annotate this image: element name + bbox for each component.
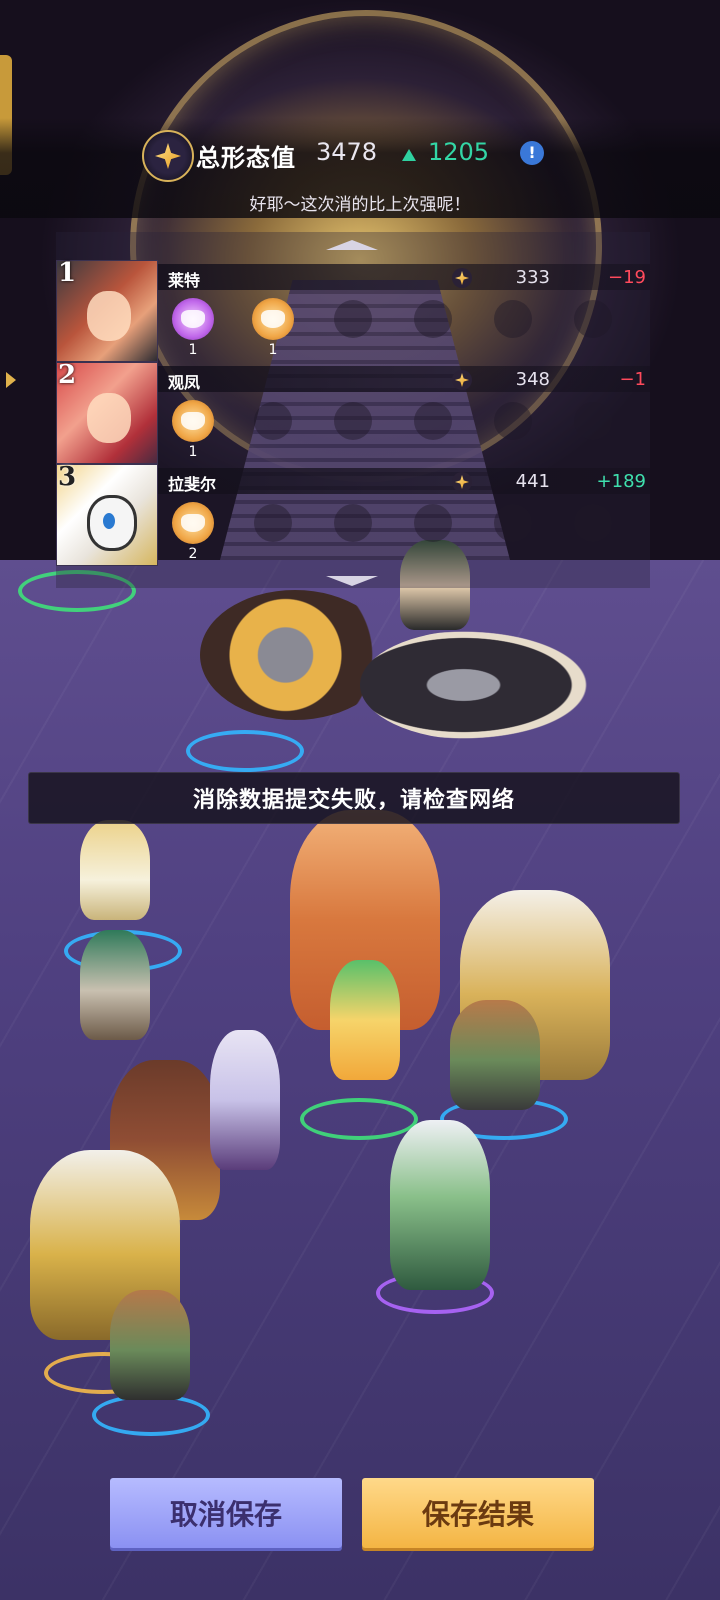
gold-star-icon [452, 268, 472, 288]
purple-mask-icon [172, 298, 214, 340]
empty-mask-slot [574, 300, 612, 338]
ranking-row[interactable]: 3 拉斐尔 441 +189 2 [56, 462, 650, 566]
empty-mask-slot [494, 504, 532, 542]
empty-mask-slot [334, 300, 372, 338]
mask-count: 1 [188, 342, 198, 358]
rank-number: 1 [58, 258, 77, 288]
archer-girl-sprite [80, 820, 150, 920]
empty-mask-slot [414, 504, 452, 542]
scroll-down-arrow-icon[interactable] [326, 576, 378, 586]
character-base-ring [92, 1394, 210, 1436]
empty-mask-slot [494, 402, 532, 440]
mask-count: 1 [188, 444, 198, 460]
form-delta: −19 [608, 267, 646, 288]
rank-number: 3 [58, 462, 77, 492]
character-base-ring [186, 730, 304, 772]
gold-mask-icon [172, 400, 214, 442]
gold-mask-icon [172, 502, 214, 544]
rank-number: 2 [58, 360, 77, 390]
save-result-button[interactable]: 保存结果 [362, 1478, 594, 1548]
character-name: 观凤 [168, 373, 201, 392]
gear-shark-airship [360, 630, 590, 740]
form-value: 441 [515, 471, 550, 492]
empty-mask-slot [574, 402, 612, 440]
empty-mask-slot [254, 402, 292, 440]
score-title: 总形态值 [196, 144, 296, 172]
toast-message: 消除数据提交失败，请检查网络 [192, 788, 515, 813]
empty-mask-slot [254, 504, 292, 542]
gold-star-icon [452, 472, 472, 492]
ranking-row[interactable]: 1 莱特 333 −19 1 1 [56, 258, 650, 362]
cancel-save-button[interactable]: 取消保存 [110, 1478, 342, 1548]
character-name: 莱特 [168, 271, 201, 290]
flower-girl-sprite [330, 960, 400, 1080]
battle-floor [0, 560, 720, 1600]
score-value: 3478 [316, 138, 378, 166]
mask-count: 1 [268, 342, 278, 358]
info-icon[interactable]: ! [520, 141, 544, 165]
elf-priestess-sprite [390, 1120, 490, 1290]
gold-mask-icon [252, 298, 294, 340]
scroll-up-arrow-icon[interactable] [326, 240, 378, 250]
medusa-sprite [80, 930, 150, 1040]
form-delta: +189 [596, 471, 646, 492]
network-error-toast: 消除数据提交失败，请检查网络 [28, 772, 680, 824]
form-delta: −1 [619, 369, 646, 390]
up-triangle-icon [402, 149, 416, 161]
empty-mask-slot [414, 402, 452, 440]
gold-star-icon [142, 130, 194, 182]
ranking-row[interactable]: 2 观凤 348 −1 1 [56, 360, 650, 464]
empty-mask-slot [334, 402, 372, 440]
empty-mask-slot [574, 504, 612, 542]
score-subtitle: 好耶～这次消的比上次强呢！ [249, 195, 471, 215]
elf-mage-sprite [210, 1030, 280, 1170]
form-value: 348 [515, 369, 550, 390]
character-name: 拉斐尔 [168, 475, 217, 494]
score-delta: 1205 [428, 138, 490, 166]
empty-mask-slot [494, 300, 532, 338]
empty-mask-slot [334, 504, 372, 542]
gear-fish-airship [200, 590, 390, 720]
raccoon-scout-sprite [110, 1290, 190, 1400]
character-base-ring [300, 1098, 418, 1140]
mask-count: 2 [188, 546, 198, 562]
raccoon-warrior-sprite [450, 1000, 540, 1110]
gold-star-icon [452, 370, 472, 390]
form-value: 333 [515, 267, 550, 288]
side-arrow-icon[interactable] [6, 372, 16, 388]
empty-mask-slot [414, 300, 452, 338]
